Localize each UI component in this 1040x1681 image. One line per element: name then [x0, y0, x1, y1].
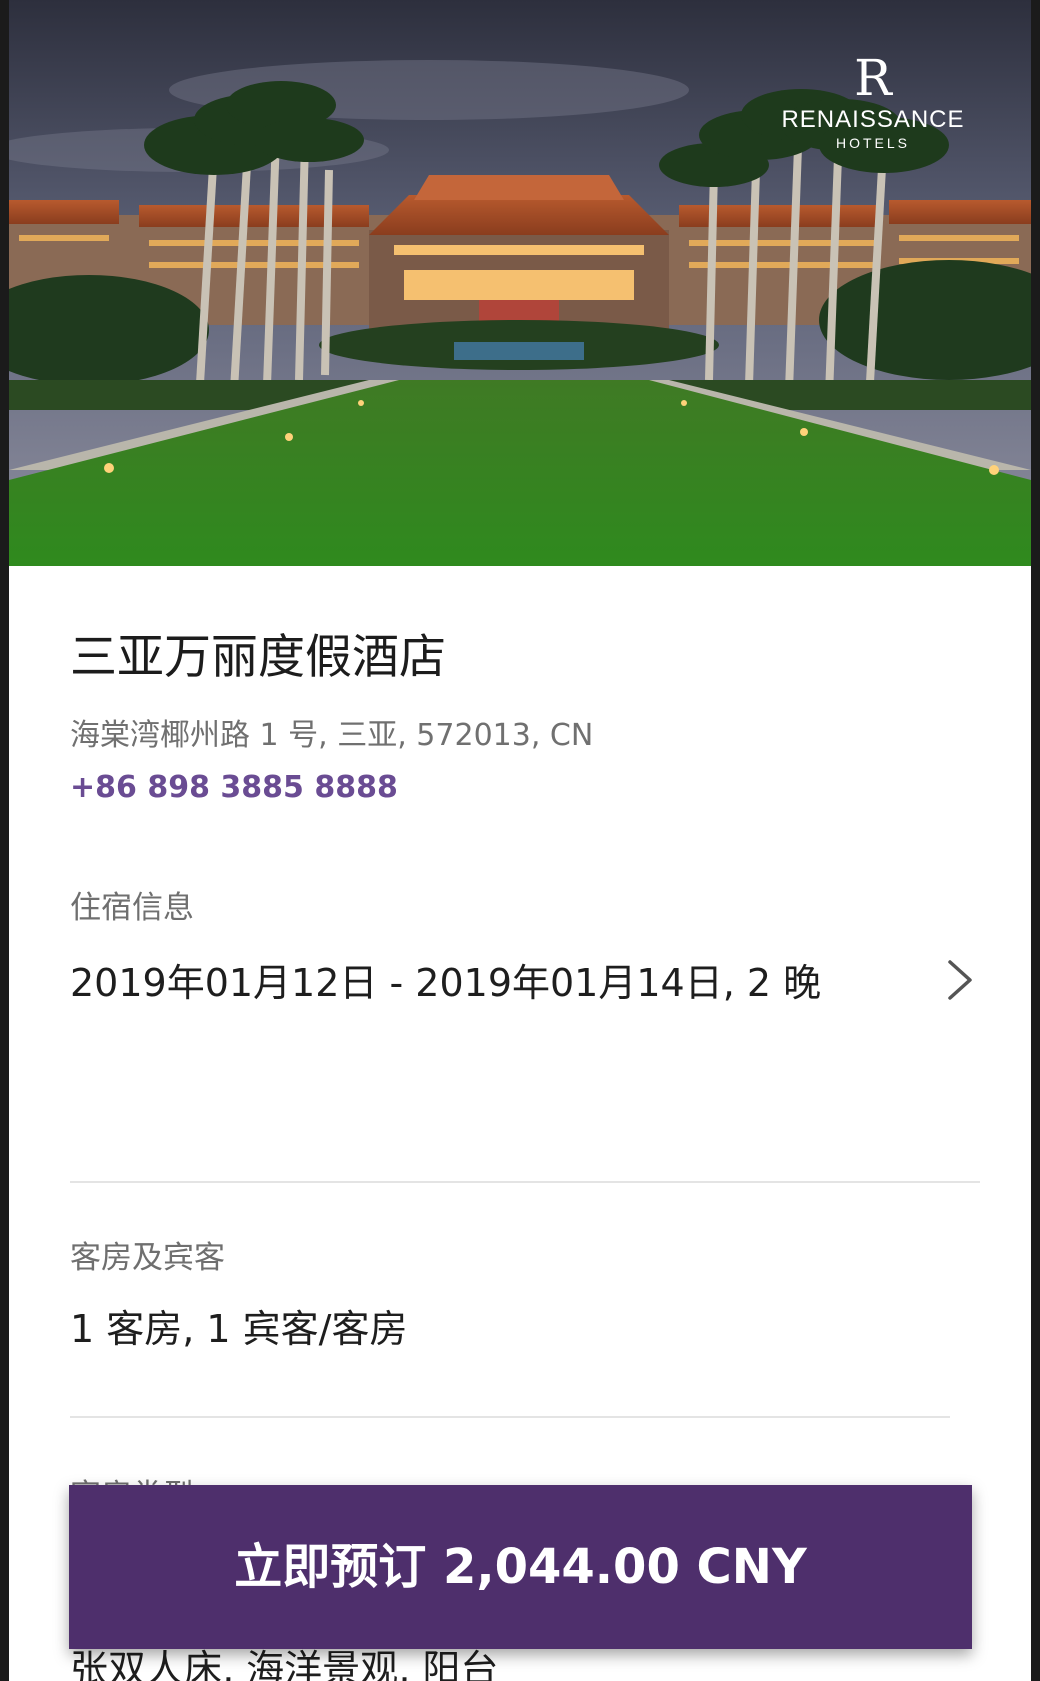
divider [70, 1181, 980, 1183]
stay-info-label: 住宿信息 [70, 890, 194, 926]
divider [70, 1416, 950, 1418]
rooms-guests-value[interactable]: 1 客房, 1 宾客/客房 [70, 1304, 407, 1354]
hotel-name: 三亚万丽度假酒店 [70, 630, 446, 685]
hotel-hero-image: R RENAISSANCE HOTELS [9, 0, 1031, 566]
chevron-right-icon [948, 960, 972, 1000]
brand-mark: R [854, 49, 892, 107]
rooms-guests-label: 客房及宾客 [70, 1240, 225, 1276]
booking-screen: R RENAISSANCE HOTELS 三亚万丽度假酒店 海棠湾椰州路 1 号… [9, 0, 1031, 1681]
stay-dates-value: 2019年01月12日 - 2019年01月14日, 2 晚 [70, 961, 822, 1005]
book-now-button[interactable]: 立即预订 2,044.00 CNY [69, 1485, 972, 1649]
brand-sub: HOTELS [835, 135, 910, 151]
brand-name: RENAISSANCE [781, 106, 965, 133]
hotel-phone-link[interactable]: +86 898 3885 8888 [70, 768, 398, 808]
stay-info-row[interactable]: 住宿信息 2019年01月12日 - 2019年01月14日, 2 晚 [70, 888, 980, 1248]
hotel-address: 海棠湾椰州路 1 号, 三亚, 572013, CN [70, 718, 594, 753]
room-type-value: 张双人床, 海洋景观, 阳台 [70, 1647, 499, 1681]
renaissance-logo: R RENAISSANCE HOTELS [773, 52, 973, 152]
